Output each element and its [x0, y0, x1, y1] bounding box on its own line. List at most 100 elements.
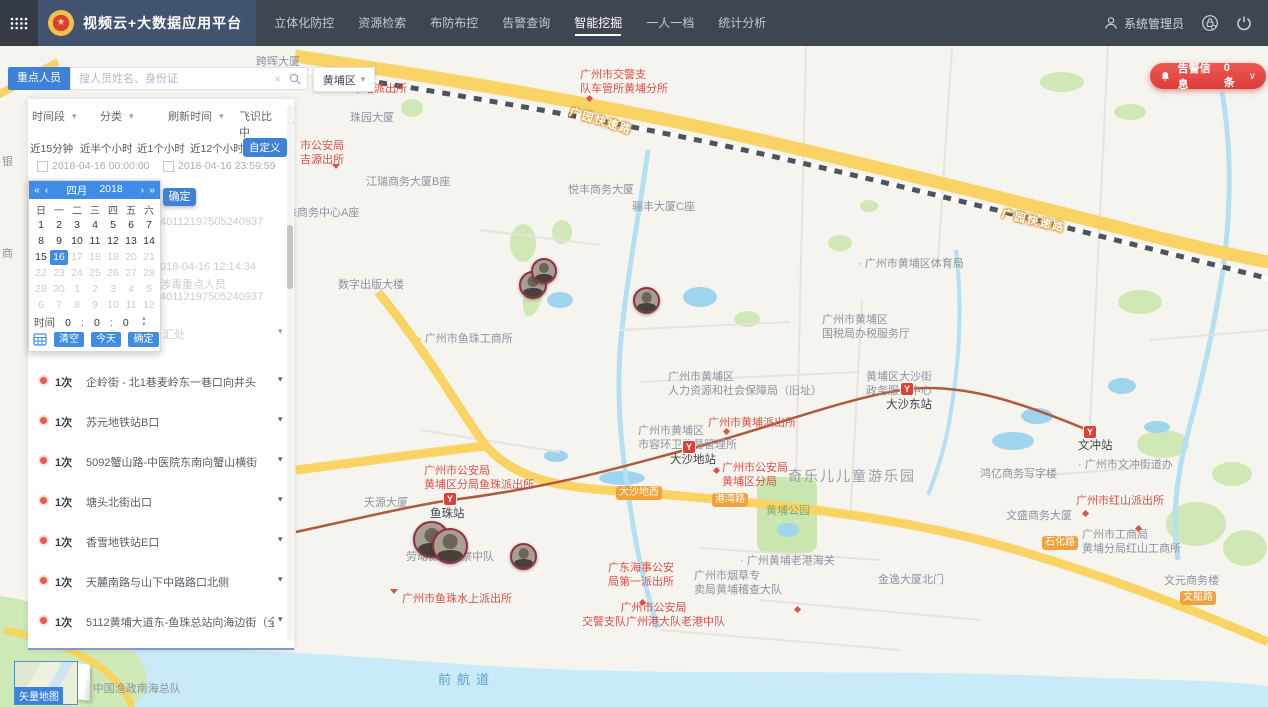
calendar-day[interactable]: 17 [68, 250, 86, 265]
calendar-day[interactable]: 7 [140, 218, 158, 233]
list-item[interactable]: 1次企岭街 - 北1巷麦岭东一巷口向井头▾ [28, 373, 294, 389]
calendar-day[interactable]: 10 [68, 234, 86, 249]
list-item[interactable]: 1次香雪地铁站E口▾ [28, 533, 294, 549]
calendar-day[interactable]: 11 [86, 234, 104, 249]
calendar-day[interactable]: 3 [68, 218, 86, 233]
panel-scrollbar[interactable] [287, 105, 293, 640]
time-stepper[interactable]: ▲▼ [141, 317, 147, 328]
app-grid-button[interactable] [0, 0, 38, 46]
next-year-button[interactable]: » [149, 184, 155, 196]
calendar-day[interactable]: 3 [104, 282, 122, 297]
calendar-day[interactable]: 14 [140, 234, 158, 249]
metro-station-icon[interactable]: Y [1084, 426, 1096, 438]
chevron-down-icon[interactable]: ▾ [278, 414, 283, 425]
calendar-day[interactable]: 5 [140, 282, 158, 297]
calendar-day[interactable]: 23 [50, 266, 68, 281]
month-select[interactable]: 四月 [66, 183, 87, 198]
calendar-day[interactable]: 4 [122, 282, 140, 297]
calendar-day[interactable]: 30 [50, 282, 68, 297]
list-item[interactable]: 1次5112黄埔大道东-鱼珠总站向海边街（全）▾ [28, 613, 294, 629]
person-marker[interactable] [531, 258, 557, 284]
calendar-day[interactable]: 29 [32, 282, 50, 297]
calendar-icon[interactable] [33, 332, 47, 346]
calendar-day[interactable]: 2 [50, 218, 68, 233]
calendar-day[interactable]: 5 [104, 218, 122, 233]
list-item[interactable]: 1次5092蟹山路-中医院东南向蟹山横街▾ [28, 453, 294, 469]
list-item[interactable]: 1次塘头北街出口▾ [28, 493, 294, 509]
confirm-range-button[interactable]: 确定 [163, 188, 196, 206]
menu-item[interactable]: 立体化防控 [274, 0, 334, 46]
prev-year-button[interactable]: « [34, 184, 40, 196]
chevron-down-icon[interactable]: ▾ [278, 574, 283, 585]
step-down-icon[interactable]: ▼ [141, 323, 147, 328]
prev-month-button[interactable]: ‹ [45, 184, 49, 196]
calendar-day[interactable]: 24 [68, 266, 86, 281]
calendar-day[interactable]: 1 [32, 218, 50, 233]
chevron-down-icon[interactable]: ▾ [278, 534, 283, 545]
calendar-day[interactable]: 15 [32, 250, 50, 265]
calendar-day[interactable]: 9 [86, 298, 104, 313]
calendar-day[interactable]: 28 [140, 266, 158, 281]
calendar-day[interactable]: 21 [140, 250, 158, 265]
hour-value[interactable]: 0 [62, 317, 74, 329]
calendar-day[interactable]: 26 [104, 266, 122, 281]
metro-station-icon[interactable]: Y [444, 493, 456, 505]
search-input[interactable] [77, 72, 270, 86]
next-month-button[interactable]: › [141, 184, 145, 196]
calendar-day[interactable]: 11 [122, 298, 140, 313]
calendar-day[interactable]: 13 [122, 234, 140, 249]
calendar-day[interactable]: 25 [86, 266, 104, 281]
menu-item[interactable]: 一人一档 [646, 0, 694, 46]
chevron-down-icon[interactable]: ∨ [1249, 71, 1256, 82]
alert-banner[interactable]: 告警信息 0 条 ∨ [1150, 63, 1266, 89]
calendar-day[interactable]: 12 [104, 234, 122, 249]
chevron-down-icon[interactable]: ▾ [278, 374, 283, 385]
calendar-day[interactable]: 27 [122, 266, 140, 281]
calendar-day[interactable]: 7 [50, 298, 68, 313]
calendar-day[interactable]: 2 [86, 282, 104, 297]
calendar-day[interactable]: 22 [32, 266, 50, 281]
chevron-down-icon[interactable]: ▾ [278, 494, 283, 505]
tab-key-person[interactable]: 重点人员 [8, 67, 70, 90]
calendar-day[interactable]: 4 [86, 218, 104, 233]
user-menu[interactable]: 系统管理员 [1104, 15, 1184, 32]
calendar-day[interactable]: 1 [68, 282, 86, 297]
calendar-day[interactable]: 8 [68, 298, 86, 313]
chevron-down-icon[interactable]: ▾ [278, 614, 283, 625]
menu-item[interactable]: 智能挖掘 [574, 0, 622, 46]
person-marker[interactable] [432, 528, 468, 564]
menu-item[interactable]: 布防布控 [430, 0, 478, 46]
list-item[interactable]: 1次天麓南路与山下中路路口北侧▾ [28, 573, 294, 589]
logout-button[interactable] [1236, 15, 1252, 31]
year-select[interactable]: 2018 [99, 183, 122, 198]
calendar-day[interactable]: 10 [104, 298, 122, 313]
second-value[interactable]: 0 [120, 317, 132, 329]
calendar-day[interactable]: 8 [32, 234, 50, 249]
calendar-day[interactable]: 6 [122, 218, 140, 233]
today-button[interactable]: 今天 [91, 332, 121, 347]
person-marker[interactable] [633, 287, 660, 314]
clear-icon[interactable]: × [274, 72, 281, 86]
chevron-down-icon[interactable]: ▾ [278, 454, 283, 465]
list-item[interactable]: 1次苏元地铁站B口▾ [28, 413, 294, 429]
calendar-day[interactable]: 12 [140, 298, 158, 313]
metro-station-icon[interactable]: Y [901, 383, 913, 395]
security-settings-button[interactable] [1201, 14, 1219, 32]
clear-button[interactable]: 清空 [54, 332, 84, 347]
metro-station-icon[interactable]: Y [683, 441, 695, 453]
menu-item[interactable]: 告警查询 [502, 0, 550, 46]
menu-item[interactable]: 资源检索 [358, 0, 406, 46]
ok-button[interactable]: 确定 [128, 332, 159, 347]
person-marker[interactable] [510, 543, 537, 570]
scrollbar-thumb[interactable] [287, 225, 293, 289]
search-icon[interactable] [289, 73, 301, 85]
menu-item[interactable]: 统计分析 [718, 0, 766, 46]
calendar-day[interactable]: 6 [32, 298, 50, 313]
calendar-day[interactable]: 9 [50, 234, 68, 249]
calendar-day[interactable]: 20 [122, 250, 140, 265]
calendar-day[interactable]: 19 [104, 250, 122, 265]
calendar-day[interactable]: 18 [86, 250, 104, 265]
minute-value[interactable]: 0 [91, 317, 103, 329]
district-select[interactable]: 黄埔区 ▾ [313, 67, 375, 92]
minimap[interactable]: 矢量地图 [14, 661, 78, 705]
